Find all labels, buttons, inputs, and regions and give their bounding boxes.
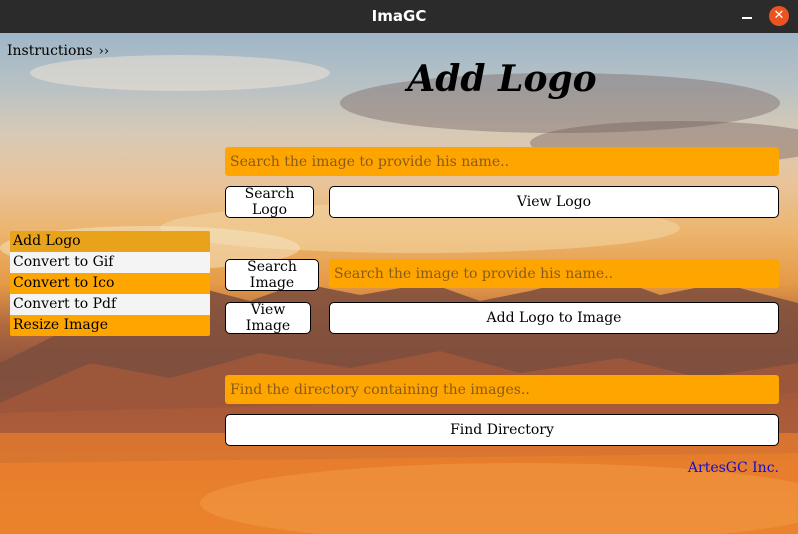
footer-credit: ArtesGC Inc. [687, 460, 779, 476]
sidebar-list: Add Logo Convert to Gif Convert to Ico C… [10, 231, 210, 336]
search-logo-button[interactable]: Search Logo [225, 186, 314, 218]
app-window: ImaGC ✕ Instructions ›› Add Logo Add Logo… [0, 0, 798, 534]
view-image-button[interactable]: View Image [225, 302, 311, 334]
find-directory-button[interactable]: Find Directory [225, 414, 779, 446]
close-icon[interactable]: ✕ [769, 6, 789, 26]
directory-field[interactable] [225, 375, 779, 404]
directory-input[interactable] [230, 375, 779, 404]
minimize-icon[interactable] [742, 17, 752, 19]
window-title: ImaGC [371, 7, 427, 25]
image-search-input[interactable] [334, 259, 779, 288]
view-logo-button[interactable]: View Logo [329, 186, 779, 218]
image-search-field[interactable] [329, 259, 779, 288]
sidebar-item-resize-image[interactable]: Resize Image [10, 315, 210, 336]
logo-search-field[interactable] [225, 147, 779, 176]
logo-search-input[interactable] [230, 147, 779, 176]
sidebar-item-convert-gif[interactable]: Convert to Gif [10, 252, 210, 273]
title-bar: ImaGC ✕ [0, 0, 798, 33]
instructions-menu[interactable]: Instructions ›› [7, 43, 109, 59]
sidebar-item-add-logo[interactable]: Add Logo [10, 231, 210, 252]
sidebar-item-convert-pdf[interactable]: Convert to Pdf [10, 294, 210, 315]
add-logo-to-image-button[interactable]: Add Logo to Image [329, 302, 779, 334]
instructions-label: Instructions [7, 43, 93, 59]
search-image-button[interactable]: Search Image [225, 259, 319, 291]
chevron-right-icon: ›› [98, 44, 110, 59]
sidebar-item-convert-ico[interactable]: Convert to Ico [10, 273, 210, 294]
page-title: Add Logo [407, 58, 597, 100]
